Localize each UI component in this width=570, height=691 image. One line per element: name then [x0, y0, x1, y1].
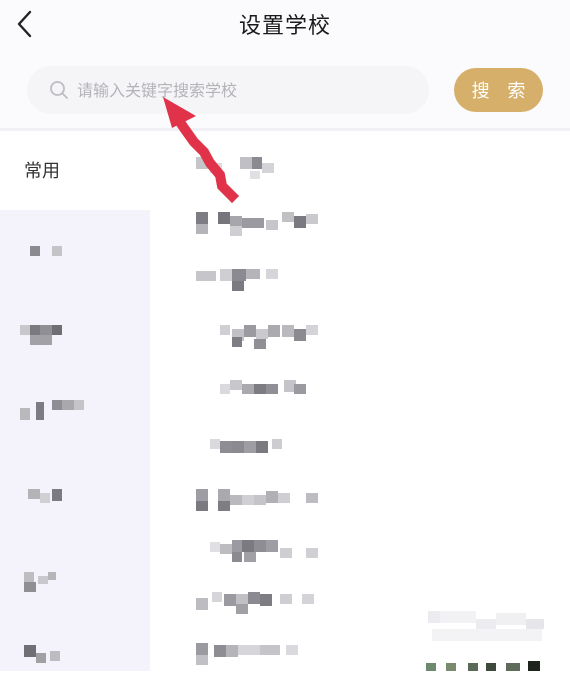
sidebar: 常用 — [0, 131, 150, 671]
list-item[interactable] — [190, 261, 390, 301]
search-box[interactable] — [27, 66, 429, 114]
sidebar-item[interactable] — [0, 552, 150, 612]
search-button[interactable]: 搜 索 — [454, 68, 543, 112]
list-item[interactable] — [190, 319, 390, 359]
top-bar: 设置学校 — [0, 0, 570, 50]
page-title: 设置学校 — [238, 14, 331, 39]
list-item[interactable] — [190, 639, 390, 679]
list-item[interactable] — [190, 588, 390, 628]
sidebar-item[interactable] — [0, 303, 150, 363]
list-item[interactable] — [190, 483, 390, 523]
sidebar-item-label: 常用 — [24, 161, 60, 182]
sidebar-item[interactable] — [0, 631, 150, 691]
search-bar: 搜 索 — [0, 50, 570, 131]
sidebar-item[interactable] — [0, 220, 150, 280]
search-input[interactable] — [77, 66, 417, 114]
sidebar-item-common[interactable]: 常用 — [0, 131, 150, 210]
list-item[interactable] — [190, 374, 390, 414]
watermark — [428, 611, 440, 623]
sidebar-item[interactable] — [0, 386, 150, 446]
list-item[interactable] — [190, 149, 390, 189]
list-item[interactable] — [190, 431, 390, 471]
search-icon — [50, 81, 68, 99]
list-item[interactable] — [190, 206, 390, 246]
list-item[interactable] — [190, 536, 390, 576]
sidebar-item[interactable] — [0, 469, 150, 529]
school-list — [150, 131, 570, 671]
